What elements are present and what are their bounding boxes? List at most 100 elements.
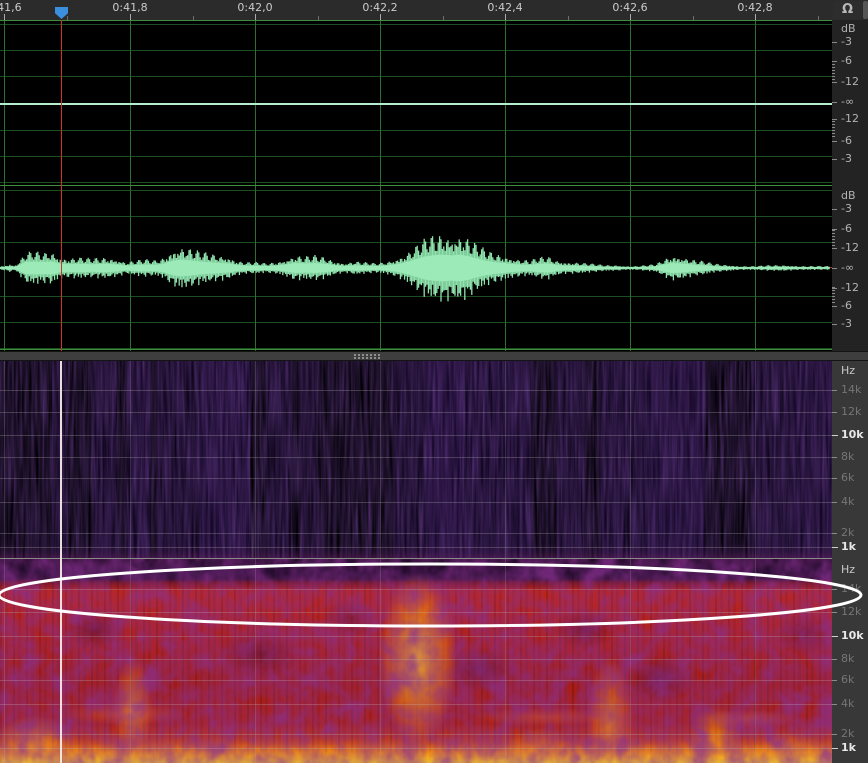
time-gridline (255, 361, 256, 559)
scale-label: -6 (841, 55, 852, 67)
scale-tick (832, 248, 837, 249)
time-label: 0:42,6 (612, 1, 647, 14)
scale-tick (832, 209, 837, 210)
freq-gridline (0, 390, 832, 391)
scale-label: -12 (841, 113, 859, 125)
scale-label: 2k (841, 527, 854, 539)
scale-tick (832, 748, 838, 749)
scale-label: 1k (841, 541, 856, 553)
magnet-icon: Ω (842, 2, 853, 17)
time-gridline (130, 361, 131, 559)
scale-label: -3 (841, 318, 852, 330)
scale-minor-ticks (832, 64, 835, 80)
scale-tick (832, 159, 837, 160)
panel-edge (863, 1, 868, 19)
scale-label: Hz (841, 365, 855, 377)
scale-label: 4k (841, 496, 854, 508)
db-gridline (0, 156, 832, 157)
hz-scale-2[interactable]: Hz14k12k10k8k6k4k2k1k (832, 559, 868, 763)
time-gridline (130, 559, 131, 763)
freq-gridline (0, 680, 832, 681)
scale-label: -∞ (841, 96, 854, 108)
time-gridline (505, 361, 506, 559)
hz-scale-1[interactable]: Hz14k12k10k8k6k4k2k1k (832, 361, 868, 559)
time-gridline (755, 559, 756, 763)
scale-tick (832, 412, 837, 413)
scale-minor-ticks (832, 287, 835, 303)
waveform-flatline (0, 103, 832, 105)
scale-tick (832, 82, 837, 83)
db-gridline (0, 50, 832, 51)
spectrogram-channel-1[interactable] (0, 361, 832, 559)
scale-label: -6 (841, 300, 852, 312)
db-gridline (0, 182, 832, 183)
scale-label: -3 (841, 153, 852, 165)
scale-label: -12 (841, 76, 859, 88)
scale-tick (832, 435, 838, 436)
db-scale-2[interactable]: dB-3-6-12-∞-12-6-3 (832, 186, 868, 351)
scale-tick (832, 478, 837, 479)
time-gridline (630, 361, 631, 559)
scale-minor-ticks (832, 230, 835, 246)
time-gridline (255, 559, 256, 763)
freq-gridline (0, 533, 832, 534)
time-gridline (4, 361, 5, 559)
time-label: 0:42,2 (362, 1, 397, 14)
time-label: 0:42,4 (487, 1, 522, 14)
scale-tick (832, 612, 837, 613)
time-gridline (380, 361, 381, 559)
scale-label: -∞ (841, 262, 854, 274)
waveform-channel-2[interactable] (0, 186, 832, 350)
freq-gridline (0, 589, 832, 590)
freq-gridline (0, 502, 832, 503)
scale-label: dB (841, 190, 856, 202)
waveform-display[interactable] (0, 20, 832, 351)
scale-tick (832, 502, 837, 503)
scale-label: -3 (841, 36, 852, 48)
db-gridline (0, 76, 832, 77)
scale-label: 8k (841, 451, 854, 463)
freq-gridline (0, 636, 832, 637)
time-label: 0:41,8 (112, 1, 147, 14)
scale-label: 6k (841, 472, 854, 484)
scale-label: 4k (841, 698, 854, 710)
scale-label: -12 (841, 242, 859, 254)
scale-tick (832, 268, 837, 269)
scale-tick (832, 306, 837, 307)
freq-gridline (0, 435, 832, 436)
freq-gridline (0, 659, 832, 660)
scale-label: 12k (841, 606, 861, 618)
scale-label: 12k (841, 406, 861, 418)
time-ruler[interactable]: Ω 0:41,60:41,80:42,00:42,20:42,40:42,60:… (0, 0, 868, 21)
snap-button[interactable]: Ω (833, 1, 862, 19)
freq-gridline (0, 412, 832, 413)
spectrogram-channel-2[interactable] (0, 559, 832, 763)
waveform-channel-1[interactable] (0, 21, 832, 185)
scale-tick (832, 547, 838, 548)
scale-tick (832, 704, 837, 705)
playhead-line-red (61, 20, 62, 351)
scale-label: -3 (841, 203, 852, 215)
scale-tick (832, 324, 837, 325)
spectrogram-boundary (0, 558, 832, 559)
panel-divider[interactable] (0, 351, 868, 361)
freq-gridline (0, 748, 832, 749)
db-gridline (0, 130, 832, 131)
freq-gridline (0, 734, 832, 735)
time-gridline (630, 559, 631, 763)
freq-gridline (0, 704, 832, 705)
scale-tick (832, 141, 837, 142)
scale-label: -6 (841, 223, 852, 235)
scale-label: 1k (841, 742, 856, 754)
scale-tick (832, 42, 837, 43)
scale-tick (832, 390, 837, 391)
db-scale-1[interactable]: dB-3-6-12-∞-12-6-3 (832, 20, 868, 186)
scale-tick (832, 102, 837, 103)
freq-gridline (0, 457, 832, 458)
freq-gridline (0, 612, 832, 613)
drag-handle[interactable] (354, 354, 382, 360)
time-label: 0:42,8 (737, 1, 772, 14)
scale-label: 14k (841, 384, 861, 396)
scale-label: 8k (841, 653, 854, 665)
scale-tick (832, 680, 837, 681)
